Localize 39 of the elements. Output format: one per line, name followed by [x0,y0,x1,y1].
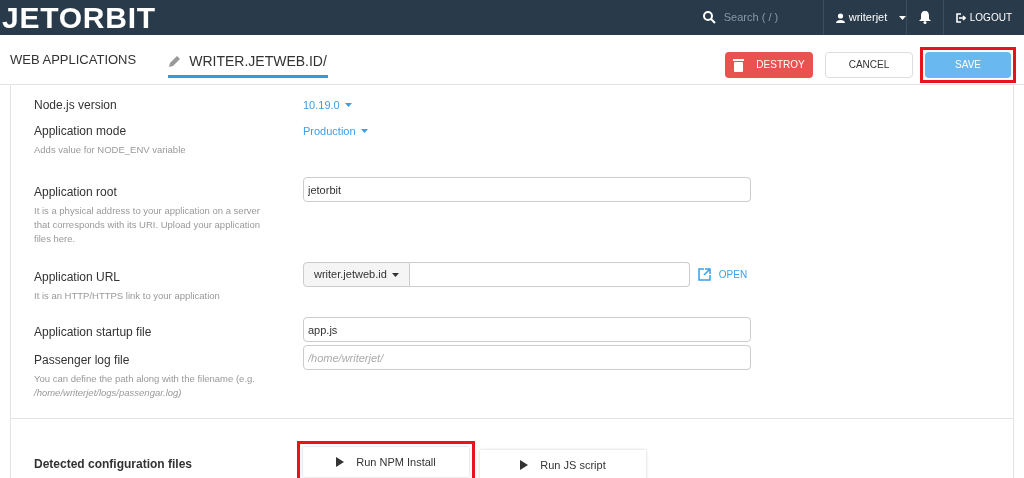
bell-icon [918,11,931,24]
text-field[interactable]: app.js [303,317,751,342]
play-icon [336,457,345,467]
destroy-button[interactable]: DESTROY [725,51,813,78]
run-button[interactable]: Run NPM Install [303,447,469,477]
user-menu[interactable]: writerjet [823,0,906,35]
config-label: Detected configuration files [34,455,194,473]
logout-button[interactable]: LOGOUT [943,0,1024,35]
domain-dropdown[interactable]: writer.jetweb.id [303,262,410,287]
text-field[interactable]: /home/writerjet/ [303,345,751,370]
search-field[interactable]: Search ( / ) [723,9,809,26]
caret-icon [360,129,368,133]
text-field[interactable]: jetorbit [303,177,751,202]
field-label: Application URL [34,269,122,285]
field-label: Application startup file [34,324,153,340]
user-icon [835,12,845,23]
field-label: Passenger log file [34,352,131,368]
caret-icon [391,272,399,277]
field-label: Node.js version [34,97,118,113]
url-path-field[interactable] [409,262,690,287]
cancel-button[interactable]: CANCEL [825,51,913,78]
search-icon [702,11,716,24]
help-text: It is an HTTP/HTTPS link to your application [34,289,221,303]
caret-icon [899,15,907,20]
field-label: Application root [34,184,118,200]
external-link-icon [697,268,711,281]
logout-icon [955,12,966,23]
help-text: It is a physical address to your application on a server that corresponds with its URI. Upload your application files here. [34,204,261,246]
trash-icon [733,57,745,72]
breadcrumb-link[interactable]: WEB APPLICATIONS [10,49,137,70]
run-button[interactable]: Run JS script [480,450,646,478]
logo: JETORBIT [2,2,156,33]
pencil-icon [169,55,182,67]
help-text: You can define the path along with the filename (e.g. /home/writerjet/logs/passengar.log) [34,372,256,400]
caret-icon [344,103,352,107]
field-label: Application mode [34,123,128,139]
help-text: Adds value for NODE_ENV variable [34,143,187,157]
app-tab[interactable]: WRITER.JETWEB.ID/ [168,47,328,78]
play-icon [520,460,529,470]
